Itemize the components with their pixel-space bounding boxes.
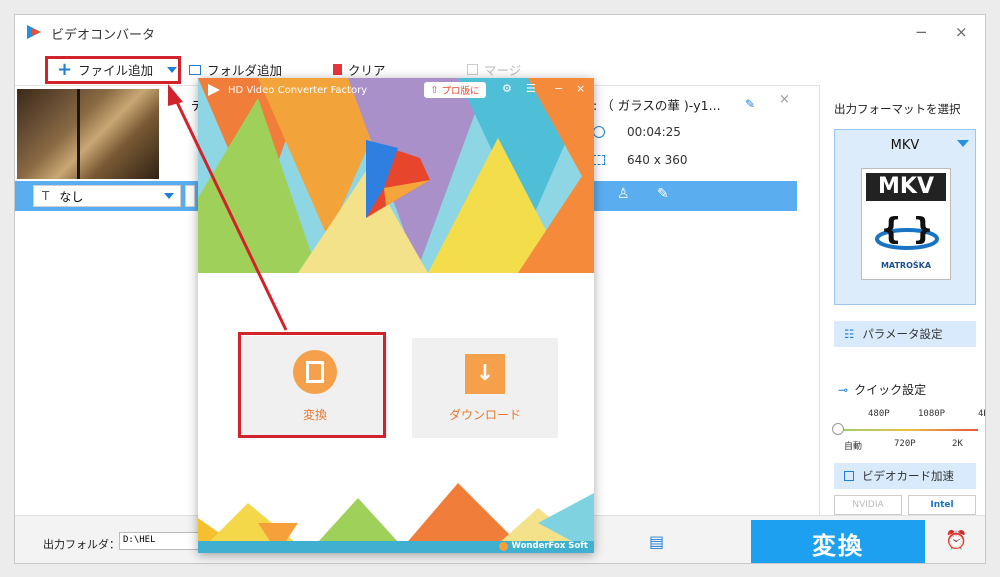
wonderfox-brand-label: WonderFox Soft — [511, 541, 588, 551]
hd-video-converter-launcher: HD Video Converter Factory ⇧ プロ版に ⚙ ☰ − … — [198, 78, 594, 553]
folder-icon — [189, 64, 201, 75]
gpu-acceleration-button[interactable]: ビデオカード加速 — [834, 463, 976, 489]
format-selector[interactable]: MKV MKV { } MATROŠKA — [834, 129, 976, 305]
app-logo-icon — [27, 25, 41, 39]
launcher-banner-graphic — [198, 78, 594, 273]
open-folder-icon[interactable]: ▤ — [649, 532, 664, 551]
upgrade-pro-label: プロ版に — [441, 86, 480, 97]
highlight-convert-tile — [238, 332, 386, 438]
tick-1080p: 1080P — [918, 409, 946, 419]
chip-icon — [844, 471, 854, 481]
tick-4k: 4K — [978, 409, 985, 419]
wonderfox-logo-icon — [498, 541, 508, 551]
download-tile-label: ダウンロード — [448, 407, 521, 422]
audio-select[interactable] — [185, 185, 195, 207]
alarm-icon[interactable]: ⏰ — [945, 530, 967, 551]
mkv-icon-label: MKV — [866, 173, 946, 201]
resolution-info: 640 x 360 — [593, 153, 688, 167]
add-folder-button[interactable]: フォルダ追加 — [189, 60, 282, 79]
menu-icon[interactable]: ☰ — [526, 82, 536, 95]
pro-arrow-icon: ⇧ — [430, 84, 439, 96]
edit-name-icon[interactable]: ✎ — [745, 97, 755, 111]
file-name: : （ ガラスの華 )-y1... — [593, 98, 721, 113]
duration-info: 00:04:25 — [593, 125, 681, 139]
quality-slider-knob[interactable] — [832, 423, 844, 435]
app-logo-icon — [208, 84, 220, 96]
launcher-header: HD Video Converter Factory ⇧ プロ版に ⚙ ☰ − … — [198, 78, 594, 273]
quick-settings-icon: ⊸ — [838, 382, 849, 397]
minimize-button[interactable]: − — [554, 82, 563, 95]
subtitle-value: なし — [59, 189, 84, 204]
chevron-down-icon — [957, 140, 969, 147]
format-name: MKV — [890, 138, 920, 153]
resolution-value: 640 x 360 — [627, 153, 688, 167]
upgrade-pro-button[interactable]: ⇧ プロ版に — [424, 82, 486, 98]
intel-toggle[interactable]: Intel — [908, 495, 976, 515]
format-panel-title: 出力フォーマットを選択 — [834, 102, 961, 116]
tick-2k: 2K — [952, 439, 963, 449]
add-folder-label: フォルダ追加 — [207, 63, 283, 78]
tick-auto: 自動 — [844, 442, 863, 452]
convert-button[interactable]: 変換 — [751, 520, 925, 563]
nvidia-label: NVIDIA — [852, 500, 884, 510]
quality-slider-track[interactable] — [838, 429, 978, 431]
clear-label: クリア — [348, 63, 386, 78]
matroska-logo-icon: { } — [875, 212, 939, 250]
output-format-panel: 出力フォーマットを選択 MKV MKV { } MATROŠKA ☷ パラメータ… — [819, 85, 985, 515]
clear-button[interactable]: クリア — [333, 60, 386, 79]
launcher-footer: WonderFox Soft — [198, 483, 594, 553]
download-icon: ↓ — [465, 353, 505, 394]
close-button[interactable]: × — [955, 23, 968, 41]
wonderfox-brand: WonderFox Soft — [498, 541, 588, 551]
clock-icon — [593, 126, 605, 138]
svg-text:{ }: { } — [880, 212, 933, 247]
parameter-settings-label: パラメータ設定 — [862, 327, 943, 341]
merge-icon — [467, 64, 478, 75]
sliders-icon: ☷ — [844, 327, 855, 341]
nvidia-toggle[interactable]: NVIDIA — [834, 495, 902, 515]
quick-settings: ⊸ クイック設定 — [838, 381, 926, 398]
chevron-down-icon — [164, 193, 174, 199]
remove-item-icon[interactable]: × — [779, 92, 790, 107]
parameter-settings-button[interactable]: ☷ パラメータ設定 — [834, 321, 976, 347]
highlight-add-file — [45, 56, 181, 84]
settings-icon[interactable]: ⚙ — [502, 82, 512, 95]
video-thumbnail[interactable] — [17, 89, 159, 179]
trash-icon — [333, 64, 342, 75]
minimize-button[interactable]: − — [915, 23, 928, 41]
output-folder-label: 出力フォルダ： — [43, 538, 120, 551]
merge-label: マージ — [484, 63, 522, 78]
merge-button[interactable]: マージ — [467, 60, 521, 79]
quick-settings-label: クイック設定 — [854, 383, 927, 397]
download-tile[interactable]: ↓ ダウンロード — [412, 338, 558, 438]
matroska-label: MATROŠKA — [880, 261, 932, 270]
text-icon: T — [42, 189, 50, 203]
output-folder-input[interactable]: D:\HEL — [119, 532, 199, 550]
resolution-icon — [593, 155, 605, 165]
duration-value: 00:04:25 — [627, 125, 681, 139]
launcher-title: HD Video Converter Factory — [228, 85, 368, 96]
watermark-icon[interactable]: ♙ — [617, 186, 630, 202]
tick-480p: 480P — [868, 409, 890, 419]
app-title: ビデオコンバータ — [51, 28, 156, 43]
edit-icon[interactable]: ✎ — [657, 186, 669, 202]
close-button[interactable]: × — [576, 82, 585, 95]
tick-720p: 720P — [894, 439, 916, 449]
mkv-format-icon: MKV { } MATROŠKA — [861, 168, 951, 280]
gpu-acceleration-label: ビデオカード加速 — [862, 469, 954, 483]
subtitle-select[interactable]: T なし — [33, 185, 181, 207]
intel-label: Intel — [930, 500, 954, 510]
title-bar: ビデオコンバータ − × — [15, 15, 985, 51]
